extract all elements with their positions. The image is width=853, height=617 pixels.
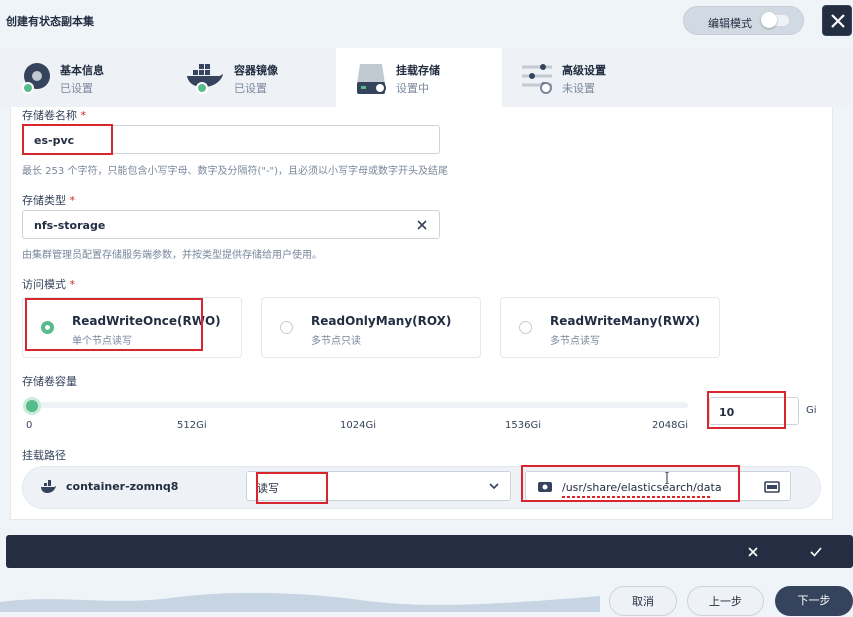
highlight-box [521, 465, 740, 502]
tab-title: 容器镜像 [234, 64, 278, 77]
tab-status: 设置中 [396, 82, 429, 95]
action-bar [6, 535, 853, 568]
slider-tick: 512Gi [177, 420, 207, 431]
mode-desc: 多节点读写 [550, 336, 600, 347]
access-mode-label: 访问模式 * [22, 278, 75, 291]
storage-class-hint: 由集群管理员配置存储服务端参数，并按类型提供存储给用户使用。 [22, 250, 322, 261]
check-icon[interactable] [810, 547, 822, 557]
docker-icon [41, 480, 56, 493]
highlight-box [256, 472, 328, 504]
tab-title: 挂载存储 [396, 64, 440, 77]
tab-advanced-settings[interactable]: 高级设置 未设置 [502, 48, 672, 107]
file-browser-icon[interactable] [764, 481, 780, 493]
mount-path-label: 挂载路径 [22, 449, 66, 462]
status-dot [374, 82, 386, 94]
status-dot [196, 82, 208, 94]
modal-title: 创建有状态副本集 [6, 15, 94, 28]
modal-header: 创建有状态副本集 编辑模式 [0, 0, 853, 46]
capacity-slider-track[interactable] [29, 402, 688, 408]
decorative-wave [0, 592, 600, 612]
tab-status: 已设置 [234, 82, 267, 95]
sliders-icon [522, 64, 552, 88]
chevron-down-icon [489, 483, 499, 490]
status-dot [22, 82, 34, 94]
close-icon [831, 14, 845, 28]
mode-desc: 多节点只读 [311, 336, 361, 347]
edit-mode-label: 编辑模式 [708, 17, 752, 30]
capacity-unit: Gi [806, 405, 817, 416]
tab-container-image[interactable]: 容器镜像 已设置 [168, 48, 336, 107]
access-mode-rox[interactable]: ReadOnlyMany(ROX) 多节点只读 [261, 297, 481, 358]
container-name: container-zomnq8 [66, 480, 179, 493]
clear-icon[interactable] [417, 220, 427, 230]
tab-title: 基本信息 [60, 64, 104, 77]
highlight-box [707, 391, 786, 429]
radio[interactable] [519, 321, 532, 334]
slider-tick: 1024Gi [340, 420, 376, 431]
status-dot [540, 82, 552, 94]
toggle-switch[interactable] [761, 12, 789, 28]
mode-title: ReadOnlyMany(ROX) [311, 314, 452, 328]
access-mode-rwx[interactable]: ReadWriteMany(RWX) 多节点读写 [500, 297, 720, 358]
storage-icon [357, 64, 385, 94]
capacity-label: 存储卷容量 [22, 375, 77, 388]
slider-tick: 1536Gi [505, 420, 541, 431]
storage-class-select[interactable]: nfs-storage [22, 210, 440, 239]
step-tabs: 基本信息 已设置 容器镜像 已设置 挂载存储 设置中 高级设置 未设置 [0, 48, 853, 107]
volume-name-label: 存储卷名称 * [22, 109, 86, 122]
tab-basic-info[interactable]: 基本信息 已设置 [0, 48, 168, 107]
storage-class-label: 存储类型 * [22, 194, 75, 207]
edit-mode-toggle[interactable]: 编辑模式 [683, 6, 804, 35]
slider-tick: 2048Gi [652, 420, 688, 431]
highlight-box [22, 124, 113, 155]
highlight-box [25, 298, 203, 351]
slider-tick: 0 [26, 420, 33, 431]
close-button[interactable] [822, 5, 852, 36]
tab-status: 已设置 [60, 82, 93, 95]
tab-mount-storage[interactable]: 挂载存储 设置中 [336, 48, 502, 107]
radio[interactable] [280, 321, 293, 334]
volume-name-hint: 最长 253 个字符，只能包含小写字母、数字及分隔符("-")，且必须以小写字母… [22, 166, 449, 177]
tab-title: 高级设置 [562, 64, 606, 77]
close-icon[interactable] [748, 547, 758, 557]
tab-status: 未设置 [562, 82, 595, 95]
mode-title: ReadWriteMany(RWX) [550, 314, 701, 328]
